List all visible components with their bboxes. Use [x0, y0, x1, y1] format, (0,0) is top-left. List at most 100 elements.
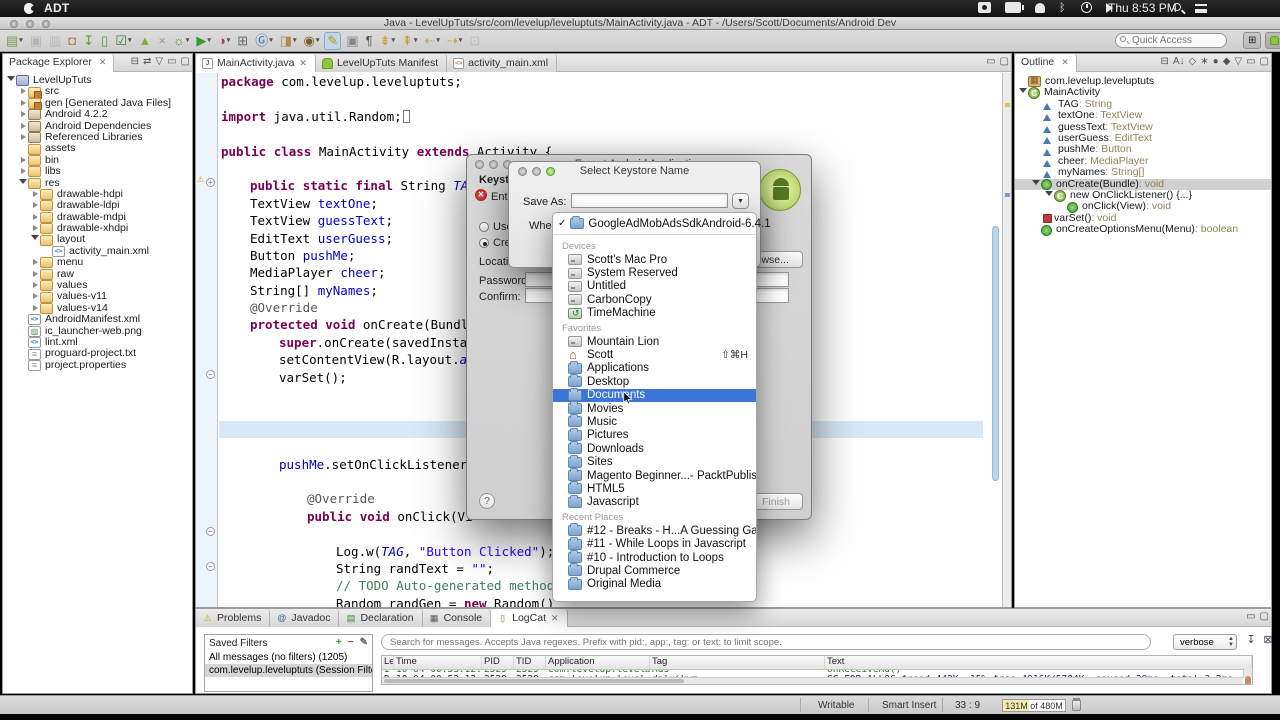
notification-icon[interactable] [1035, 2, 1045, 13]
export-android-app-button[interactable]: ◘ [66, 32, 78, 50]
outline-tab[interactable]: Outline ✕ [1015, 54, 1077, 72]
folder-menu-item[interactable]: Movies [553, 401, 756, 415]
run-gc-button[interactable] [1072, 698, 1081, 711]
fold-collapse-icon[interactable]: − [206, 370, 215, 379]
folder-menu-item[interactable]: #10 - Introduction to Loops [553, 550, 756, 564]
open-perspective-button[interactable]: ⊞ [235, 32, 250, 50]
outline-item[interactable]: myNames : String[] [1015, 166, 1271, 178]
expand-arrow-icon[interactable] [31, 200, 40, 211]
editor-tab[interactable]: MainActivity.java✕ [196, 54, 316, 72]
column-header[interactable]: Tag [650, 656, 825, 669]
tree-item[interactable]: Referenced Libraries [3, 131, 192, 144]
forward-button[interactable]: ⇢ ▾ [445, 32, 464, 50]
bottom-panel-tab[interactable]: ▦ Console [422, 609, 492, 627]
expand-arrow-icon[interactable] [31, 291, 40, 302]
tree-item[interactable]: AndroidManifest.xml [3, 313, 192, 326]
maximize-icon[interactable]: ▢ [1000, 56, 1009, 67]
help-button[interactable]: ? [479, 493, 495, 509]
prev-annotation-button[interactable]: ⇞ ▾ [400, 32, 419, 50]
folder-menu-item[interactable]: Original Media [553, 576, 756, 591]
folder-menu-item[interactable]: Documents [553, 387, 756, 402]
horizontal-scrollbar[interactable] [382, 677, 1243, 684]
expand-arrow-icon[interactable] [31, 212, 40, 223]
expand-arrow-icon[interactable] [31, 189, 40, 200]
expand-arrow-icon[interactable] [7, 73, 16, 88]
outline-item[interactable]: TAG : String [1015, 98, 1271, 110]
filter-list-item[interactable]: com.levelup.leveluptuts (Session Filter) [205, 664, 372, 677]
expand-arrow-icon[interactable] [1019, 85, 1028, 100]
column-header[interactable]: Text [825, 656, 1252, 669]
search-button[interactable]: ◉ ▾ [302, 32, 322, 50]
tree-item[interactable]: project.properties [3, 359, 192, 371]
tree-item[interactable]: libs [3, 165, 192, 178]
bottom-panel-tab[interactable]: ⚠ Problems [196, 609, 271, 627]
back-button[interactable]: ⇠ ▾ [422, 32, 441, 50]
maximize-icon[interactable]: ▢ [1260, 56, 1269, 67]
notification-center-icon[interactable] [1195, 4, 1207, 13]
folder-menu-item[interactable]: #12 - Breaks - H...A Guessing Game [553, 523, 756, 537]
folder-menu-item[interactable]: #11 - While Loops in Javascript [553, 536, 756, 550]
show-source-button[interactable]: ▣ [344, 32, 360, 50]
hide-static-icon[interactable]: ∗ [1200, 56, 1208, 67]
sort-icon[interactable]: A↓ [1173, 56, 1185, 67]
expand-arrow-icon[interactable] [19, 109, 28, 120]
hide-fields-icon[interactable]: ◇ [1189, 56, 1197, 67]
minimize-icon[interactable]: ▭ [167, 56, 176, 67]
package-explorer-tab[interactable]: Package Explorer ✕ [3, 54, 115, 72]
battery-icon[interactable] [1005, 2, 1024, 13]
expand-arrow-icon[interactable] [19, 121, 28, 132]
mark-occurrences-button[interactable]: ✎ [324, 32, 342, 50]
folder-menu-item[interactable]: Magento Beginner...- PacktPublishing [553, 468, 756, 482]
edit-filter-icon[interactable]: ✎ [360, 637, 368, 648]
save-button[interactable]: ▣ [28, 32, 44, 50]
print-button[interactable]: ▥ [47, 32, 63, 50]
warning-mark[interactable] [1004, 103, 1010, 107]
open-perspective-button[interactable]: ⊞ [1243, 32, 1262, 49]
hide-non-public-icon[interactable]: ● [1213, 56, 1219, 67]
current-folder-item[interactable]: ✓ GoogleAdMobAdsSdkAndroid-6.4.1 [553, 215, 771, 232]
vertical-scrollbar[interactable] [1243, 668, 1252, 684]
create-new-keystore-radio[interactable] [479, 238, 489, 248]
folder-menu-item[interactable]: Scott's Mac Pro [553, 253, 756, 266]
lint-button[interactable]: × [156, 32, 168, 50]
collapse-all-icon[interactable]: ⊟ [1160, 56, 1168, 67]
folder-menu-item[interactable]: Pictures [553, 427, 756, 442]
tree-item[interactable]: menu [3, 256, 192, 269]
column-header[interactable]: Time [394, 656, 482, 669]
bottom-panel-tab[interactable]: ▤ Declaration [339, 609, 423, 627]
folder-menu-item[interactable]: Downloads [553, 441, 756, 455]
minimize-icon[interactable]: ▭ [1246, 611, 1255, 622]
folder-menu-item[interactable]: Javascript [553, 494, 756, 509]
avd-manager-button[interactable]: ▯ [99, 32, 110, 50]
close-tab-icon[interactable]: ✕ [551, 613, 559, 624]
column-header[interactable]: Application [546, 656, 650, 669]
expand-arrow-icon[interactable] [19, 98, 28, 109]
bluetooth-icon[interactable]: ᛒ [1059, 2, 1067, 14]
profile-button[interactable]: ◑ ▾ [216, 32, 232, 50]
apple-menu-icon[interactable] [24, 3, 36, 14]
save-as-input[interactable] [571, 193, 728, 208]
folder-menu-item[interactable]: HTML5 [553, 481, 756, 495]
column-header[interactable]: Le [382, 656, 394, 669]
expand-arrow-icon[interactable] [31, 269, 40, 280]
expand-arrow-icon[interactable] [19, 132, 28, 143]
folder-menu-item[interactable]: Scott ⇧⌘H [553, 347, 756, 362]
run-check-button[interactable]: ☑ ▾ [113, 32, 133, 50]
tree-item[interactable]: bin [3, 154, 192, 166]
column-header[interactable]: TID [514, 656, 546, 669]
quick-access-input[interactable] [1115, 33, 1227, 48]
expand-arrow-icon[interactable] [31, 257, 40, 268]
debug-button[interactable]: ☼ ▾ [171, 32, 191, 50]
logcat-search-input[interactable] [381, 634, 1151, 650]
remove-filter-icon[interactable]: − [348, 637, 354, 648]
folder-menu-item[interactable]: CarbonCopy [553, 293, 756, 306]
folder-menu-item[interactable]: Music [553, 414, 756, 428]
java-perspective-button[interactable]: Java [1265, 32, 1280, 49]
fold-collapse-icon[interactable]: − [206, 562, 215, 571]
logcat-table[interactable]: LeTimePIDTIDApplicationTagText I10-04 00… [381, 655, 1253, 685]
outline-item[interactable]: MainActivity [1015, 85, 1271, 100]
view-menu-icon[interactable]: ▽ [1234, 56, 1242, 67]
bottom-panel-tab[interactable]: ▯ LogCat ✕ [491, 609, 568, 627]
maximize-icon[interactable]: ▢ [1260, 611, 1269, 622]
new-wizard-button[interactable]: ▤ ▾ [4, 32, 25, 50]
